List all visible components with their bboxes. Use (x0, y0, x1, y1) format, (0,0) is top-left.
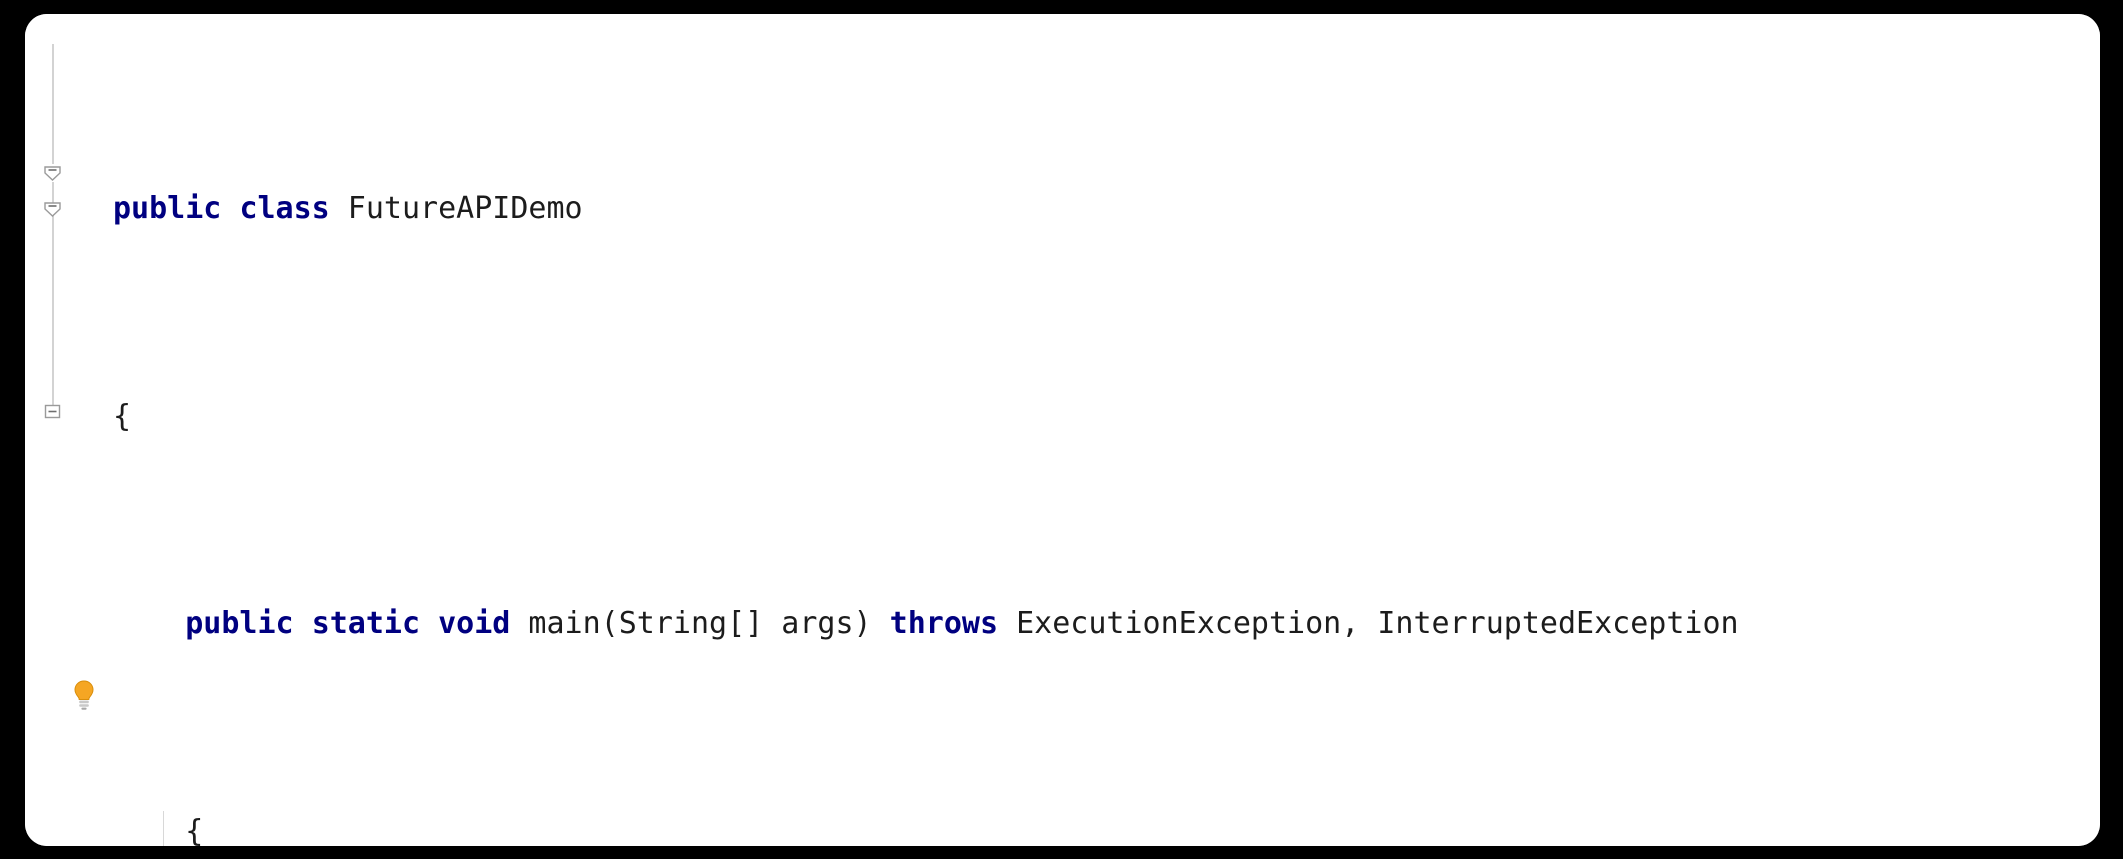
intention-bulb-icon[interactable] (71, 680, 97, 710)
editor-gutter[interactable] (25, 14, 107, 846)
screenshot-root: public class FutureAPIDemo { public stat… (0, 0, 2123, 859)
keyword-void: void (438, 606, 511, 641)
code-block-rail (52, 44, 54, 164)
keyword-throws: throws (889, 606, 999, 641)
keyword-class: class (239, 191, 330, 226)
brace-open: { (113, 813, 204, 847)
code-line[interactable]: public static void main(String[] args) t… (107, 603, 2100, 645)
brace-open: { (113, 398, 132, 434)
code-line[interactable]: { (107, 396, 2100, 438)
keyword-public: public (185, 606, 294, 641)
code-text-area[interactable]: public class FutureAPIDemo { public stat… (107, 14, 2100, 846)
class-name: FutureAPIDemo (329, 191, 583, 226)
fold-collapse-icon[interactable] (43, 164, 62, 183)
method-signature: main(String[] args) (510, 606, 890, 641)
exception-list: ExecutionException, InterruptedException (998, 606, 1739, 641)
keyword-static: static (311, 606, 421, 641)
code-editor-window[interactable]: public class FutureAPIDemo { public stat… (25, 14, 2100, 846)
fold-collapse-icon[interactable] (43, 200, 62, 219)
code-line[interactable]: { (107, 810, 2100, 847)
code-line[interactable]: public class FutureAPIDemo (107, 188, 2100, 230)
fold-collapse-icon[interactable] (43, 402, 62, 421)
code-lines: public class FutureAPIDemo { public stat… (107, 22, 2100, 846)
keyword-public: public (113, 191, 222, 226)
